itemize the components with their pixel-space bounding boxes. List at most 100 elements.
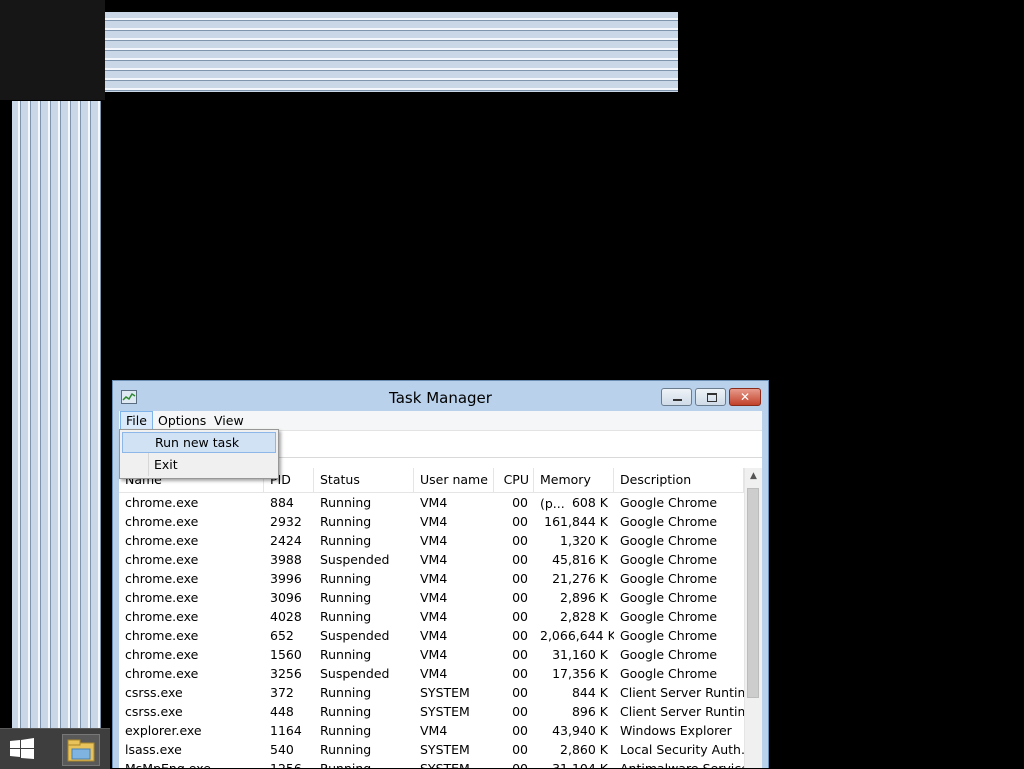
cell-status: Running [314,759,414,768]
table-row[interactable]: chrome.exe 3996 Running VM4 00 21,276 K Google… [119,569,762,588]
minimize-button[interactable] [661,388,692,406]
cell-mem: 1,320 K [560,533,608,548]
cell-name: chrome.exe [125,609,199,624]
close-button[interactable]: ✕ [729,388,761,406]
cell-user: SYSTEM [414,759,494,768]
cell-cpu: 00 [512,571,528,586]
table-row[interactable]: chrome.exe 1560 Running VM4 00 31,160 K Google… [119,645,762,664]
column-header-memory[interactable]: Memory (p... [534,468,614,511]
close-icon: ✕ [739,390,751,404]
cell-status: Running [320,742,372,757]
table-row[interactable]: MsMpEng.exe1256RunningSYSTEM0031,104 KAn… [119,759,762,768]
cell-cpu: 00 [512,742,528,757]
cell-desc: Google Chrome [620,590,718,605]
menu-options[interactable]: Options [153,412,211,429]
cell-cpu: 00 [512,685,528,700]
cell-mem: 2,828 K [560,609,608,624]
cell-user: VM4 [420,514,448,529]
cell-name: chrome.exe [125,647,199,662]
table-row[interactable]: csrss.exe 372 Running SYSTEM 00 844 K Client S… [119,683,762,702]
cell-pid: 2932 [270,514,302,529]
cell-name: MsMpEng.exe [119,759,264,768]
cell-status: Running [320,723,372,738]
cell-desc: Antimalware Service... [614,759,744,768]
cell-desc: Google Chrome [620,666,718,681]
menu-view[interactable]: View [209,412,249,429]
cell-name: chrome.exe [125,666,199,681]
cell-cpu: 00 [512,609,528,624]
scroll-thumb[interactable] [747,488,759,698]
cell-status: Suspended [320,628,390,643]
cell-mem: 844 K [571,685,608,700]
table-row[interactable]: chrome.exe 2424 Running VM4 00 1,320 K Google … [119,531,762,550]
cell-user: VM4 [420,666,448,681]
table-row[interactable]: chrome.exe 4028 Running VM4 00 2,828 K Google … [119,607,762,626]
column-header-cpu[interactable]: CPU [494,468,534,492]
table-row[interactable]: explorer.exe 1164 Running VM4 00 43,940 K Wind… [119,721,762,740]
cell-name: chrome.exe [125,533,199,548]
file-explorer-icon[interactable] [62,734,100,766]
cell-desc: Client Server Runtim... [620,704,744,719]
process-table: Name PID Status User name CPU Memory (p.… [119,468,762,768]
cell-mem: 31,160 K [552,647,608,662]
menu-item-exit[interactable]: Exit [122,454,276,475]
cell-desc: Google Chrome [620,552,718,567]
cell-pid: 3988 [270,552,302,567]
table-row[interactable]: chrome.exe 3256 Suspended VM4 00 17,356 K Goog… [119,664,762,683]
table-row[interactable]: chrome.exe 2932 Running VM4 00 161,844 K Googl… [119,512,762,531]
table-row[interactable]: chrome.exe 652 Suspended VM4 00 2,066,644 K Go… [119,626,762,645]
cell-cpu: 00 [512,590,528,605]
table-row[interactable]: chrome.exe 3096 Running VM4 00 2,896 K Google … [119,588,762,607]
cell-name: lsass.exe [125,742,182,757]
cell-user: SYSTEM [420,704,470,719]
cell-pid: 540 [270,742,294,757]
cell-user: VM4 [420,609,448,624]
column-header-description[interactable]: Description [614,468,744,492]
windows-start-icon[interactable] [6,737,38,761]
maximize-button[interactable] [695,388,726,406]
title-bar[interactable]: Task Manager ✕ [113,381,768,411]
cell-status: Running [320,609,372,624]
cell-desc: Google Chrome [620,571,718,586]
rendering-artifact-top [105,12,678,92]
cell-user: VM4 [420,552,448,567]
cell-mem: 161,844 K [544,514,608,529]
menu-file[interactable]: File [120,411,153,430]
cell-pid: 2424 [270,533,302,548]
cell-pid: 1164 [270,723,302,738]
cell-status: Running [320,685,372,700]
cell-desc: Client Server Runtim... [620,685,744,700]
cell-desc: Google Chrome [620,609,718,624]
cell-pid: 1256 [264,759,314,768]
cell-name: chrome.exe [125,552,199,567]
table-row[interactable]: csrss.exe 448 Running SYSTEM 00 896 K Client S… [119,702,762,721]
cell-cpu: 00 [512,552,528,567]
cell-mem: 896 K [571,704,608,719]
cell-cpu: 00 [512,723,528,738]
scroll-up-icon[interactable]: ▲ [745,468,762,485]
table-row[interactable]: chrome.exe 3988 Suspended VM4 00 45,816 K Goog… [119,550,762,569]
desktop-background-block [0,0,105,100]
vertical-scrollbar[interactable]: ▲ [744,468,762,768]
cell-mem: 45,816 K [552,552,608,567]
cell-pid: 448 [270,704,294,719]
menu-item-run-new-task[interactable]: Run new task [122,432,276,453]
table-row[interactable]: chrome.exe 884 Running VM4 00 608 K Google Chr… [119,493,762,512]
table-row[interactable]: lsass.exe 540 Running SYSTEM 00 2,860 K Local … [119,740,762,759]
cell-pid: 4028 [270,609,302,624]
column-header-status[interactable]: Status [314,468,414,492]
cell-user: SYSTEM [420,742,470,757]
cell-user: VM4 [420,723,448,738]
column-header-user-name[interactable]: User name [414,468,494,492]
cell-pid: 3996 [270,571,302,586]
cell-cpu: 00 [512,628,528,643]
cell-status: Running [320,647,372,662]
cell-status: Running [320,704,372,719]
cell-status: Running [320,495,372,510]
cell-mem: 21,276 K [552,571,608,586]
cell-name: csrss.exe [125,685,183,700]
rendering-artifact-left [12,101,101,728]
cell-cpu: 00 [512,533,528,548]
cell-cpu: 00 [512,495,528,510]
cell-desc: Google Chrome [620,514,718,529]
